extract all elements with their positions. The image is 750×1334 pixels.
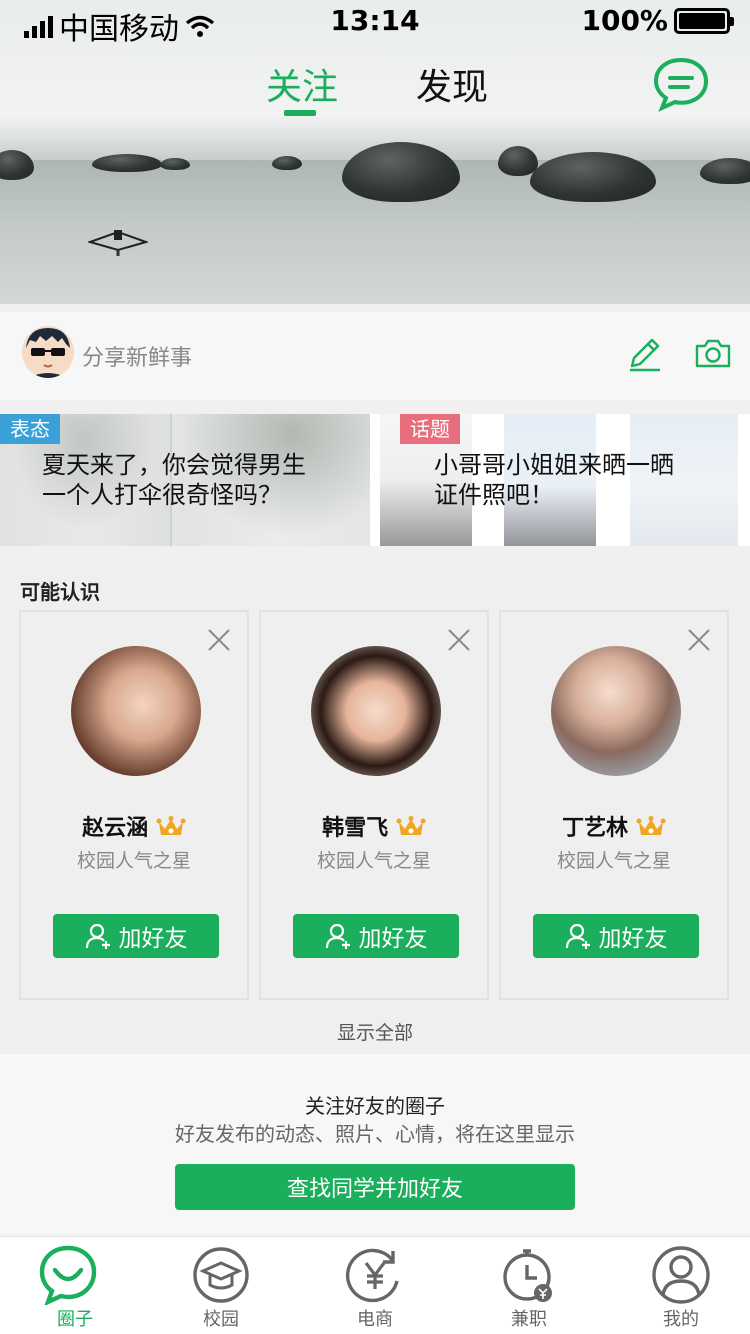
camera-icon[interactable] [694,334,732,372]
top-tabs: 关注 发现 [0,58,750,118]
nav-label: 圈子 [57,1309,93,1330]
topic-title-line: 证件照吧！ [434,481,554,509]
graduation-cap-icon [193,1247,249,1303]
pencil-icon[interactable] [626,334,664,372]
add-friend-button[interactable]: 加好友 [53,914,219,958]
topic-title-line: 夏天来了，你会觉得男生 [42,451,306,479]
hero-rock [498,146,538,176]
nav-campus[interactable]: 校园 [146,1237,296,1334]
person-subtitle: 校园人气之星 [556,850,671,872]
hero-banner: 中国移动 13:14 100% 关注 发现 [0,0,750,304]
person-name-row: 丁艺林 [501,810,727,842]
section-title: 可能认识 [20,580,100,604]
bottom-tab-bar: 圈子 校园 电商 兼职 我的 [0,1236,750,1334]
topic-card-discussion[interactable]: 话题 小哥哥小姐姐来晒一晒 证件照吧！ [380,414,750,546]
show-all-link[interactable]: 显示全部 [0,1018,750,1045]
nav-shop[interactable]: 电商 [300,1237,450,1334]
tab-follow[interactable]: 关注 [266,58,338,110]
topic-tag: 表态 [0,414,60,444]
close-icon[interactable] [205,626,233,654]
add-friend-button[interactable]: 加好友 [293,914,459,958]
avatar-cartoon-icon [22,326,74,378]
follow-empty-state: 关注好友的圈子 好友发布的动态、照片、心情，将在这里显示 查找同学并加好友 [0,1054,750,1234]
hero-rock [700,158,750,184]
crown-icon [396,816,426,835]
person-card[interactable]: 韩雪飞 校园人气之星 加好友 [259,610,489,1000]
stopwatch-icon [503,1249,552,1302]
topic-tag: 话题 [400,414,460,444]
hero-rock [0,150,34,180]
person-name-row: 韩雪飞 [261,810,487,842]
add-user-icon [325,923,350,949]
topic-card-opinion[interactable]: 表态 夏天来了，你会觉得男生 一个人打伞很奇怪吗？ [0,414,370,546]
tab-discover[interactable]: 发现 [416,58,488,110]
add-user-icon [565,923,590,949]
person-photo [551,646,681,776]
yen-icon [345,1248,399,1303]
empty-state-description: 好友发布的动态、照片、心情，将在这里显示 [175,1122,575,1146]
nav-me[interactable]: 我的 [606,1237,750,1334]
status-bar-right: 100% [581,4,734,37]
nav-label: 我的 [663,1309,699,1330]
message-icon[interactable] [652,56,710,112]
add-friend-button[interactable]: 加好友 [533,914,699,958]
battery-icon [674,7,734,34]
people-you-may-know: 可能认识 赵云涵 校园人气之星 加好友 韩雪飞 校园人气之星 加好友 丁艺林 校… [0,566,750,1054]
hero-rock [342,142,460,202]
user-avatar[interactable] [22,326,74,378]
nav-circle[interactable]: 圈子 [0,1237,150,1334]
hero-rock [160,158,190,170]
person-card[interactable]: 丁艺林 校园人气之星 加好友 [499,610,729,1000]
add-friend-label: 加好友 [598,926,668,952]
crown-icon [156,816,186,835]
person-name: 赵云涵 [82,816,149,841]
empty-state-title: 关注好友的圈子 [305,1094,445,1118]
add-friend-label: 加好友 [358,926,428,952]
add-user-icon [85,923,110,949]
person-name-row: 赵云涵 [21,810,247,842]
close-icon[interactable] [685,626,713,654]
crown-icon [636,816,666,835]
hero-rock [272,156,302,170]
status-bar: 中国移动 13:14 100% [0,0,750,47]
close-icon[interactable] [445,626,473,654]
nav-parttime[interactable]: 兼职 [454,1237,604,1334]
person-name: 丁艺林 [562,816,629,841]
hero-rock [92,154,162,172]
battery-percent: 100% [581,4,668,37]
nav-label: 校园 [203,1309,239,1330]
add-friend-label: 加好友 [118,926,188,952]
find-classmates-button[interactable]: 查找同学并加好友 [175,1164,575,1210]
person-subtitle: 校园人气之星 [76,850,191,872]
nav-label: 电商 [357,1309,393,1330]
topic-title-line: 一个人打伞很奇怪吗？ [42,481,282,509]
post-bar: 分享新鲜事 [0,312,750,400]
circle-smile-icon [39,1245,97,1305]
person-photo [71,646,201,776]
person-name: 韩雪飞 [322,816,389,841]
user-icon [652,1246,710,1304]
boat-icon [88,230,148,256]
topic-banners: 表态 夏天来了，你会觉得男生 一个人打伞很奇怪吗？ 话题 小哥哥小姐姐来晒一晒 … [0,414,750,546]
topic-photo [630,414,738,546]
topic-title-line: 小哥哥小姐姐来晒一晒 [434,451,674,479]
tab-follow-underline [284,110,316,116]
nav-label: 兼职 [511,1309,547,1330]
person-card[interactable]: 赵云涵 校园人气之星 加好友 [19,610,249,1000]
share-placeholder[interactable]: 分享新鲜事 [82,340,192,372]
person-subtitle: 校园人气之星 [316,850,431,872]
person-photo [311,646,441,776]
